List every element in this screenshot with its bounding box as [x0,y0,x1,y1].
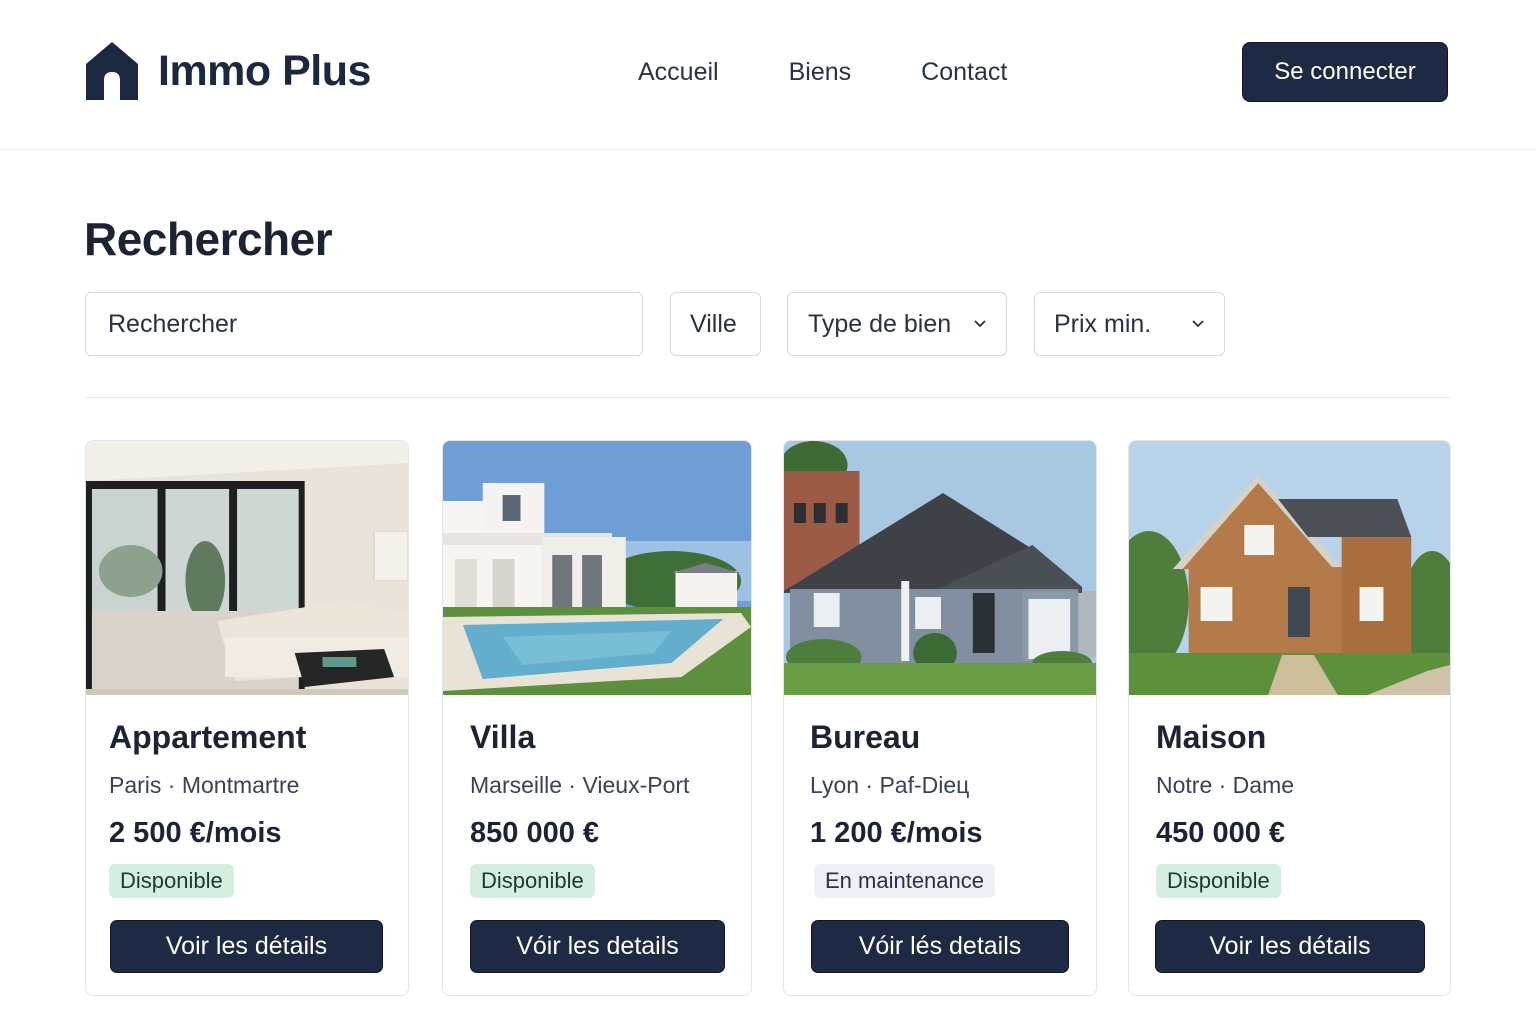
listing-title: Villa [470,719,536,755]
listing-title: Maison [1156,719,1267,755]
nav-contact[interactable]: Contact [921,52,1007,92]
page: Immo Plus Accueil Biens Contact Se conne… [0,0,1536,1024]
listing-photo-house [1129,441,1450,695]
chevron-down-icon [972,315,988,331]
listing-location: Paris · Montmartre [109,772,300,798]
view-details-button[interactable]: Vóir lés details [811,920,1069,973]
status-badge: En maintenance [814,864,995,898]
listing-price: 1 200 €/mois [810,817,983,849]
status-badge: Disponible [109,864,234,898]
search-title: Rechercher [84,213,333,265]
listing-photo-office [784,441,1096,695]
section-divider [85,397,1451,398]
view-details-button[interactable]: Voir les détails [110,920,383,973]
house-icon [84,40,140,102]
listing-price: 450 000 € [1156,817,1286,849]
view-details-button[interactable]: Voir les détails [1155,920,1425,973]
listing-card[interactable]: Appartement Paris · Montmartre 2 500 €/m… [85,440,409,996]
listing-price: 850 000 € [470,817,600,849]
status-badge: Disponible [1156,864,1281,898]
listing-photo-apartment [86,441,408,695]
brand-name: Immo Plus [158,46,371,95]
property-type-label: Type de bien [808,309,952,338]
search-input[interactable]: Rechercher [85,292,643,356]
chevron-down-icon [1190,315,1206,331]
listing-price: 2 500 €/mois [109,817,282,849]
listing-location: Lyon · Paf-Dieц [810,772,970,798]
logo[interactable]: Immo Plus [84,40,371,102]
listing-photo-villa [443,441,751,695]
min-price-select[interactable]: Prix min. [1034,292,1225,356]
login-button[interactable]: Se connecter [1242,42,1448,102]
status-badge: Disponible [470,864,595,898]
min-price-label: Prix min. [1054,309,1152,338]
listing-card[interactable]: Maison Notre · Dame 450 000 € Disponible… [1128,440,1451,996]
listing-location: Notre · Dame [1156,772,1295,798]
listing-card[interactable]: Villa Marseille · Vieux-Port 850 000 € D… [442,440,752,996]
top-header: Immo Plus Accueil Biens Contact Se conne… [0,0,1536,150]
property-type-select[interactable]: Type de bien [787,292,1007,356]
city-filter-label: Ville [690,309,737,338]
view-details-button[interactable]: Vóir les details [470,920,725,973]
listing-card[interactable]: Bureau Lyon · Paf-Dieц 1 200 €/mois En m… [783,440,1097,996]
search-placeholder: Rechercher [108,309,238,338]
main-nav: Accueil Biens Contact [638,52,1077,92]
city-filter[interactable]: Ville [670,292,761,356]
nav-biens[interactable]: Biens [789,52,852,92]
listing-title: Appartement [109,719,307,755]
listing-location: Marseille · Vieux-Port [470,772,690,798]
nav-accueil[interactable]: Accueil [638,52,719,92]
listing-title: Bureau [810,719,921,755]
